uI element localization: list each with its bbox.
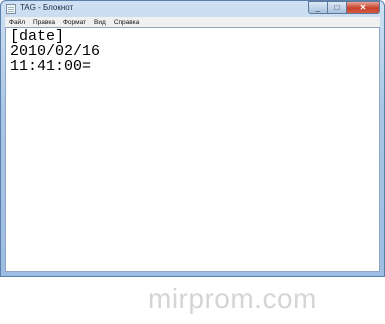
menu-format[interactable]: Формат — [59, 19, 90, 26]
minimize-button[interactable]: _ — [308, 1, 328, 14]
window-controls: _ □ ✕ — [308, 1, 380, 15]
window-title: TAG - Блокнот — [20, 3, 74, 12]
editor-line: 2010/02/16 — [10, 43, 101, 60]
editor-line: [date] — [10, 28, 65, 45]
menu-file[interactable]: Файл — [5, 19, 29, 26]
menu-edit[interactable]: Правка — [29, 19, 59, 26]
maximize-button[interactable]: □ — [328, 1, 347, 14]
menu-help[interactable]: Справка — [110, 19, 144, 26]
close-button[interactable]: ✕ — [347, 1, 380, 14]
notepad-window: TAG - Блокнот _ □ ✕ Файл Правка Формат В… — [0, 0, 385, 277]
editor-line: 11:41:00= — [10, 58, 92, 75]
menu-view[interactable]: Вид — [90, 19, 110, 26]
watermark-text: mirprom.com — [148, 283, 317, 314]
menu-bar: Файл Правка Формат Вид Справка — [5, 17, 380, 27]
text-editor-area[interactable]: [date] 2010/02/16 11:41:00= — [5, 27, 380, 272]
minimize-icon: _ — [315, 2, 321, 12]
close-icon: ✕ — [359, 2, 367, 12]
maximize-icon: □ — [334, 2, 340, 12]
title-bar[interactable]: TAG - Блокнот _ □ ✕ — [1, 1, 384, 17]
notepad-app-icon[interactable] — [6, 4, 16, 14]
